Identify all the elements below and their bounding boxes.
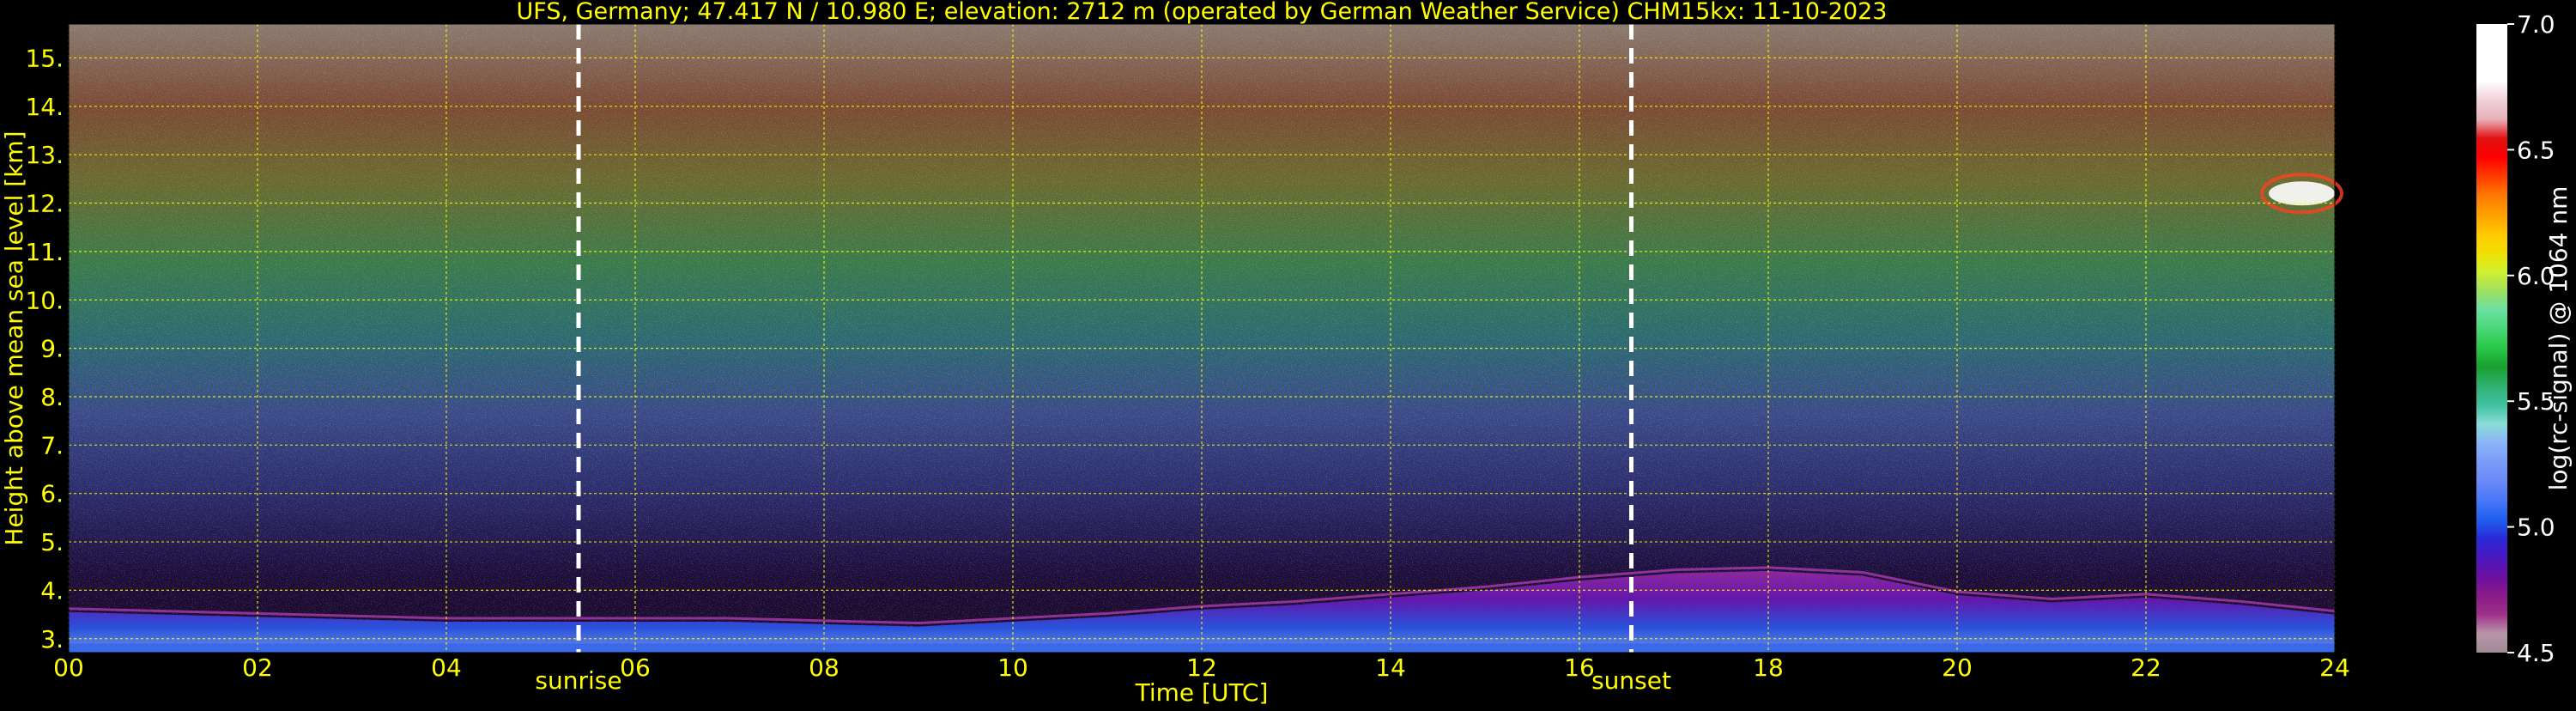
- colorbar-tick-label: 6.5: [2517, 136, 2555, 164]
- y-tick-label: 5.: [40, 528, 64, 556]
- y-axis-label: Height above mean sea level [km]: [0, 131, 28, 545]
- colorbar-bar: [2476, 24, 2507, 653]
- x-tick-label: 04: [431, 653, 462, 682]
- x-tick-label: 02: [242, 653, 273, 682]
- y-tick-label: 7.: [40, 431, 64, 459]
- chart-title: UFS, Germany; 47.417 N / 10.980 E; eleva…: [517, 0, 1888, 25]
- y-axis-ticks: 3. 4. 5. 6. 7. 8. 9. 10. 11. 12. 13. 14. 15.: [25, 44, 64, 653]
- x-tick-label: 18: [1753, 653, 1784, 682]
- y-tick-label: 4.: [40, 576, 64, 605]
- x-tick-label: 10: [997, 653, 1028, 682]
- x-tick-label: 16: [1564, 653, 1595, 682]
- colorbar-tick-label: 5.0: [2517, 514, 2555, 542]
- y-tick-label: 13.: [25, 141, 64, 169]
- cirrus-core: [2269, 181, 2335, 206]
- y-tick-label: 8.: [40, 383, 64, 411]
- x-tick-label: 08: [809, 653, 839, 682]
- y-tick-label: 6.: [40, 480, 64, 508]
- y-tick-label: 11.: [25, 238, 64, 266]
- colorbar-tick-label: 4.5: [2517, 639, 2555, 667]
- y-tick-label: 15.: [25, 44, 64, 72]
- x-axis-label: Time [UTC]: [1135, 678, 1269, 707]
- x-tick-label: 00: [53, 653, 84, 682]
- y-tick-label: 10.: [25, 286, 64, 314]
- event-label-sunset: sunset: [1591, 666, 1671, 695]
- y-tick-label: 12.: [25, 190, 64, 218]
- y-tick-label: 9.: [40, 335, 64, 363]
- x-tick-label: 20: [1942, 653, 1973, 682]
- y-tick-label: 3.: [40, 625, 64, 653]
- x-tick-label: 24: [2319, 653, 2350, 682]
- x-tick-label: 06: [620, 653, 651, 682]
- event-label-sunrise: sunrise: [535, 666, 621, 695]
- colorbar: 7.06.56.05.55.04.5 log(rc-signal) @ 1064…: [2476, 10, 2573, 667]
- colorbar-label: log(rc-signal) @ 1064 nm: [2544, 186, 2573, 491]
- colorbar-tick-label: 7.0: [2517, 10, 2555, 39]
- x-tick-label: 14: [1375, 653, 1406, 682]
- ceilometer-chart: sunrise sunset 00 02 04 06 08 10 12 14 16 18 20 22 24…: [0, 0, 2573, 707]
- y-tick-label: 14.: [25, 93, 64, 121]
- x-tick-label: 22: [2131, 653, 2161, 682]
